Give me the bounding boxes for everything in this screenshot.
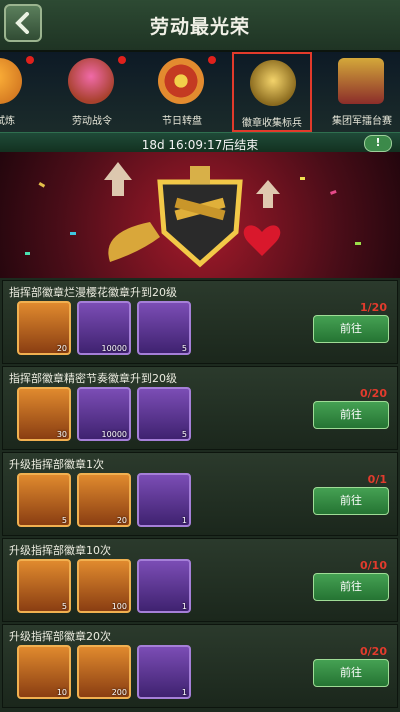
go-button[interactable]: 前往: [313, 315, 389, 343]
laurel-decoration: [108, 222, 160, 262]
badge-chest-icon[interactable]: 5: [17, 473, 71, 527]
star-medal-icon[interactable]: 1: [137, 473, 191, 527]
task-progress: 0/1: [367, 473, 387, 486]
task-title: 升级指挥部徽章1次: [9, 458, 104, 471]
wheel-icon: [158, 58, 204, 104]
target-icon[interactable]: 100: [77, 559, 131, 613]
tab-label: 荣试炼: [0, 116, 15, 127]
task-row: 升级指挥部徽章20次 10 200 1 0/20 前往: [2, 624, 398, 708]
header-bar: 劳动最光荣: [0, 0, 400, 52]
go-button[interactable]: 前往: [313, 573, 389, 601]
task-row: 指挥部徽章精密节奏徽章升到20级 30 10000 5 0/20 前往: [2, 366, 398, 450]
heart-icon: [243, 225, 281, 256]
tab-label: 节日转盘: [162, 116, 202, 127]
task-row: 指挥部徽章烂漫樱花徽章升到20级 20 10000 5 1/20 前往: [2, 280, 398, 364]
tab-army-arena[interactable]: 集团军擂台赛: [322, 52, 400, 132]
go-button[interactable]: 前往: [313, 401, 389, 429]
shield-trophy-icon: [338, 58, 384, 104]
witch-moon-icon: [0, 58, 22, 104]
star-badge-icon: [250, 60, 296, 106]
item-count: 30: [56, 430, 67, 439]
item-count: 5: [181, 344, 187, 353]
item-count: 10000: [101, 344, 127, 353]
notification-dot: [118, 56, 126, 64]
tab-label: 徽章收集标兵: [242, 118, 302, 129]
magnifier-icon[interactable]: 5: [137, 301, 191, 355]
task-row: 升级指挥部徽章10次 5 100 1 0/10 前往: [2, 538, 398, 622]
task-progress: 0/20: [360, 645, 387, 658]
item-count: 200: [111, 688, 127, 697]
flower-pot-icon: [68, 58, 114, 104]
page-title: 劳动最光荣: [149, 16, 250, 38]
banner-art: [25, 162, 361, 268]
tab-badge-collector[interactable]: 徽章收集标兵: [232, 52, 312, 132]
tab-trial[interactable]: 荣试炼: [0, 52, 40, 132]
task-title: 升级指挥部徽章20次: [9, 630, 111, 643]
badge-chest-icon[interactable]: 20: [17, 301, 71, 355]
badge-chest-icon[interactable]: 10: [17, 645, 71, 699]
item-count: 1: [181, 688, 187, 697]
task-title: 升级指挥部徽章10次: [9, 544, 111, 557]
notification-dot: [208, 56, 216, 64]
target-icon[interactable]: 200: [77, 645, 131, 699]
task-progress: 0/20: [360, 387, 387, 400]
item-count: 1: [181, 516, 187, 525]
ore-icon[interactable]: 10000: [77, 301, 131, 355]
tab-festival-wheel[interactable]: 节日转盘: [142, 52, 222, 132]
gun-shield-badge-icon: [157, 166, 243, 268]
event-tab-strip[interactable]: 荣试炼 劳动战令 节日转盘 徽章收集标兵 集团军擂台赛: [0, 52, 400, 132]
item-count: 10000: [101, 430, 127, 439]
item-count: 100: [111, 602, 127, 611]
item-count: 20: [56, 344, 67, 353]
go-button[interactable]: 前往: [313, 659, 389, 687]
item-count: 5: [61, 602, 67, 611]
go-button[interactable]: 前往: [313, 487, 389, 515]
countdown-text: 18d 16:09:17后结束: [141, 138, 259, 152]
ore-icon[interactable]: 10000: [77, 387, 131, 441]
task-row: 升级指挥部徽章1次 5 20 1 0/1 前往: [2, 452, 398, 536]
item-count: 5: [181, 430, 187, 439]
target-icon[interactable]: 20: [77, 473, 131, 527]
task-title: 指挥部徽章精密节奏徽章升到20级: [9, 372, 177, 385]
star-medal-icon[interactable]: 1: [137, 645, 191, 699]
event-timer-bar: 18d 16:09:17后结束 !: [0, 132, 400, 153]
task-progress: 0/10: [360, 559, 387, 572]
tab-labor-pass[interactable]: 劳动战令: [52, 52, 132, 132]
star-medal-icon[interactable]: 1: [137, 559, 191, 613]
notification-dot: [26, 56, 34, 64]
tab-label: 集团军擂台赛: [332, 116, 392, 127]
tab-label: 劳动战令: [72, 116, 112, 127]
badge-chest-icon[interactable]: 30: [17, 387, 71, 441]
item-count: 5: [61, 516, 67, 525]
magnifier-icon[interactable]: 5: [137, 387, 191, 441]
task-progress: 1/20: [360, 301, 387, 314]
item-count: 20: [116, 516, 127, 525]
item-count: 10: [56, 688, 67, 697]
item-count: 1: [181, 602, 187, 611]
task-title: 指挥部徽章烂漫樱花徽章升到20级: [9, 286, 177, 299]
event-banner: [0, 152, 400, 278]
badge-chest-icon[interactable]: 5: [17, 559, 71, 613]
info-button[interactable]: !: [364, 135, 392, 152]
